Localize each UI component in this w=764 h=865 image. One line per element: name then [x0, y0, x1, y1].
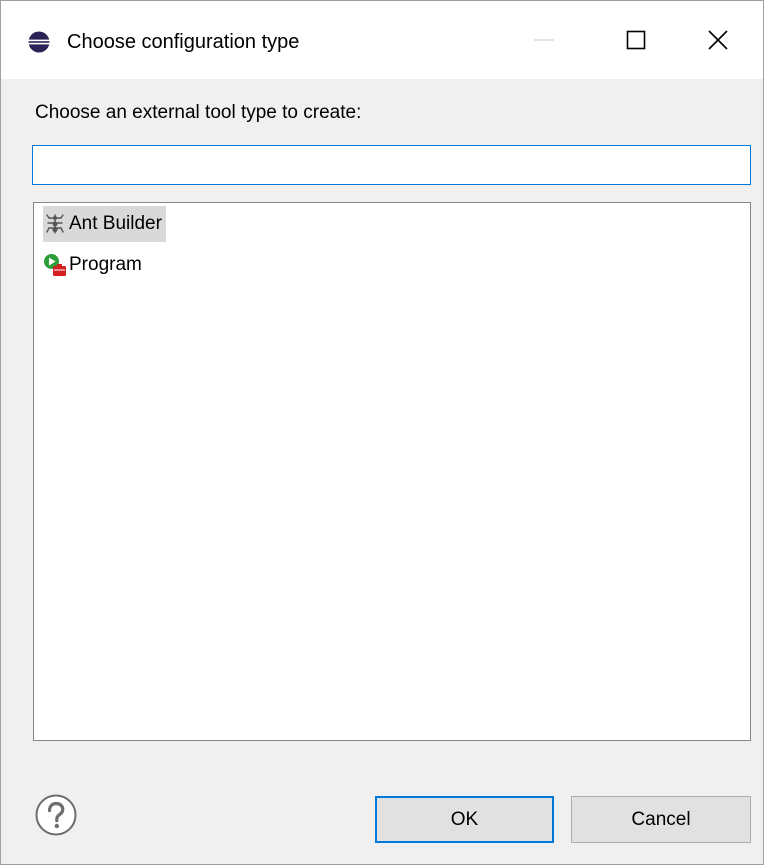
minimize-button[interactable] — [499, 1, 589, 79]
close-button[interactable] — [673, 1, 763, 79]
filter-input[interactable] — [32, 145, 751, 185]
list-item-label: Ant Builder — [69, 213, 162, 234]
maximize-icon — [626, 30, 646, 50]
prompt-label: Choose an external tool type to create: — [35, 102, 362, 123]
list-item-ant-builder[interactable]: Ant Builder — [43, 206, 166, 242]
close-icon — [708, 30, 728, 50]
eclipse-icon — [28, 31, 50, 53]
list-item-label: Program — [69, 254, 142, 275]
maximize-button[interactable] — [591, 1, 681, 79]
ant-icon — [43, 212, 67, 236]
minimize-icon — [534, 39, 554, 41]
cancel-button[interactable]: Cancel — [571, 796, 751, 843]
program-launch-icon — [43, 253, 67, 277]
list-item-program[interactable]: Program — [43, 247, 146, 283]
configuration-type-list[interactable]: Ant Builder Program — [33, 202, 751, 741]
title-bar[interactable]: Choose configuration type — [1, 1, 763, 79]
help-icon[interactable] — [34, 793, 78, 837]
ok-button[interactable]: OK — [375, 796, 554, 843]
dialog-window: Choose configuration type Choose an exte… — [0, 0, 764, 865]
window-title: Choose configuration type — [67, 31, 300, 53]
